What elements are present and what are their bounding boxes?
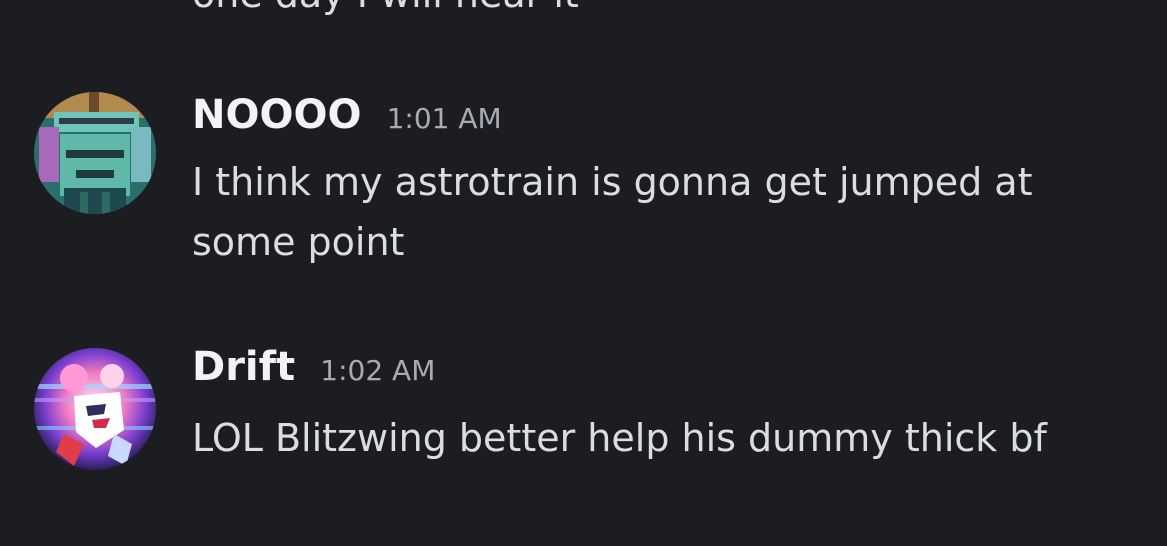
timestamp: 1:01 AM: [386, 102, 502, 135]
username[interactable]: Drift: [192, 344, 295, 390]
chat-message-list: one day I will hear it NOOOO 1:01 A: [0, 0, 1167, 546]
message-content: LOL Blitzwing better help his dummy thic…: [192, 416, 1047, 460]
username[interactable]: NOOOO: [192, 92, 362, 138]
message-header: NOOOO 1:01 AM: [192, 92, 502, 138]
message-header: Drift 1:02 AM: [192, 344, 435, 390]
partial-message-text: one day I will hear it: [192, 0, 579, 14]
timestamp: 1:02 AM: [320, 354, 436, 387]
robot-avatar-icon[interactable]: [34, 92, 156, 214]
drift-avatar-icon[interactable]: [34, 348, 156, 470]
message-content: I think my astrotrain is gonna get jumpe…: [192, 160, 1033, 264]
